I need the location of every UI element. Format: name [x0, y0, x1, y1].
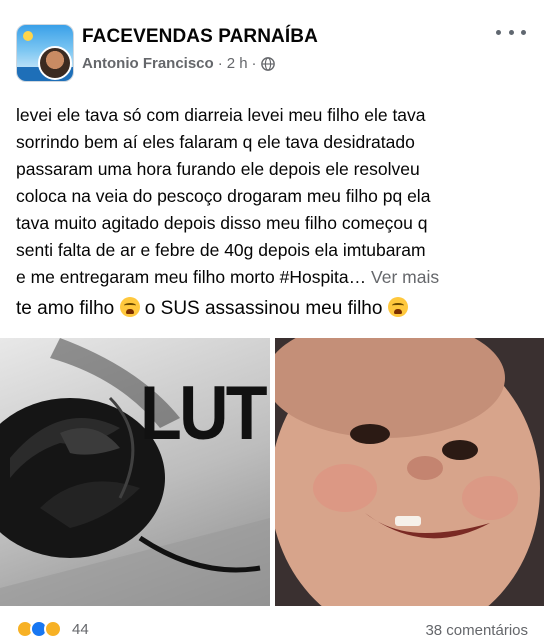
post-text-line: coloca na veia do pescoço drogaram meu f…	[16, 186, 431, 206]
lut-text: LUT	[140, 371, 268, 456]
post-text-line: tava muito agitado depois disso meu filh…	[16, 213, 428, 233]
post-text-line: passaram uma hora furando ele depois ele…	[16, 159, 420, 179]
post-time[interactable]: 2 h	[227, 55, 248, 72]
post-text-line-last: e me entregaram meu filho morto #Hospita…	[16, 264, 532, 291]
post-text: levei ele tava só com diarreia levei meu…	[16, 102, 532, 291]
author-avatar[interactable]	[38, 46, 72, 80]
see-more-link[interactable]: Ver mais	[371, 267, 439, 287]
post-text-line: levei ele tava só com diarreia levei meu…	[16, 105, 426, 125]
caption-text-1: te amo filho	[16, 298, 115, 319]
love-reaction-icon	[44, 620, 62, 638]
post-text-line: senti falta de ar e febre de 40g depois …	[16, 240, 426, 260]
baby-photo[interactable]	[275, 338, 544, 606]
group-name[interactable]: FACEVENDAS PARNAÍBA	[82, 26, 318, 48]
crying-face-emoji	[119, 297, 140, 317]
baby-face-graphic	[275, 338, 544, 606]
post-header: FACEVENDAS PARNAÍBA Antonio Francisco · …	[0, 0, 544, 88]
more-options-icon[interactable]	[496, 22, 526, 42]
crying-face-emoji	[387, 297, 408, 317]
meta-separator: ·	[217, 55, 223, 72]
post-media: LUT	[0, 338, 544, 606]
meta-separator-2: ·	[251, 55, 257, 72]
post-text-line: sorrindo bem aí eles falaram q ele tava …	[16, 132, 415, 152]
reaction-count: 44	[72, 620, 89, 638]
sun-graphic	[23, 31, 33, 41]
post-meta: Antonio Francisco · 2 h ·	[82, 55, 275, 72]
caption-text-2: o SUS assassinou meu filho	[144, 298, 383, 319]
reactions-summary[interactable]: 44	[16, 620, 89, 638]
globe-icon	[260, 56, 275, 71]
mourning-image[interactable]: LUT	[0, 338, 270, 606]
author-name[interactable]: Antonio Francisco	[82, 55, 214, 72]
post-text-line: e me entregaram meu filho morto #Hospita…	[16, 267, 367, 287]
image-caption: te amo filho o SUS assassinou meu filho	[16, 294, 532, 324]
comments-count[interactable]: 38 comentários	[425, 622, 528, 639]
